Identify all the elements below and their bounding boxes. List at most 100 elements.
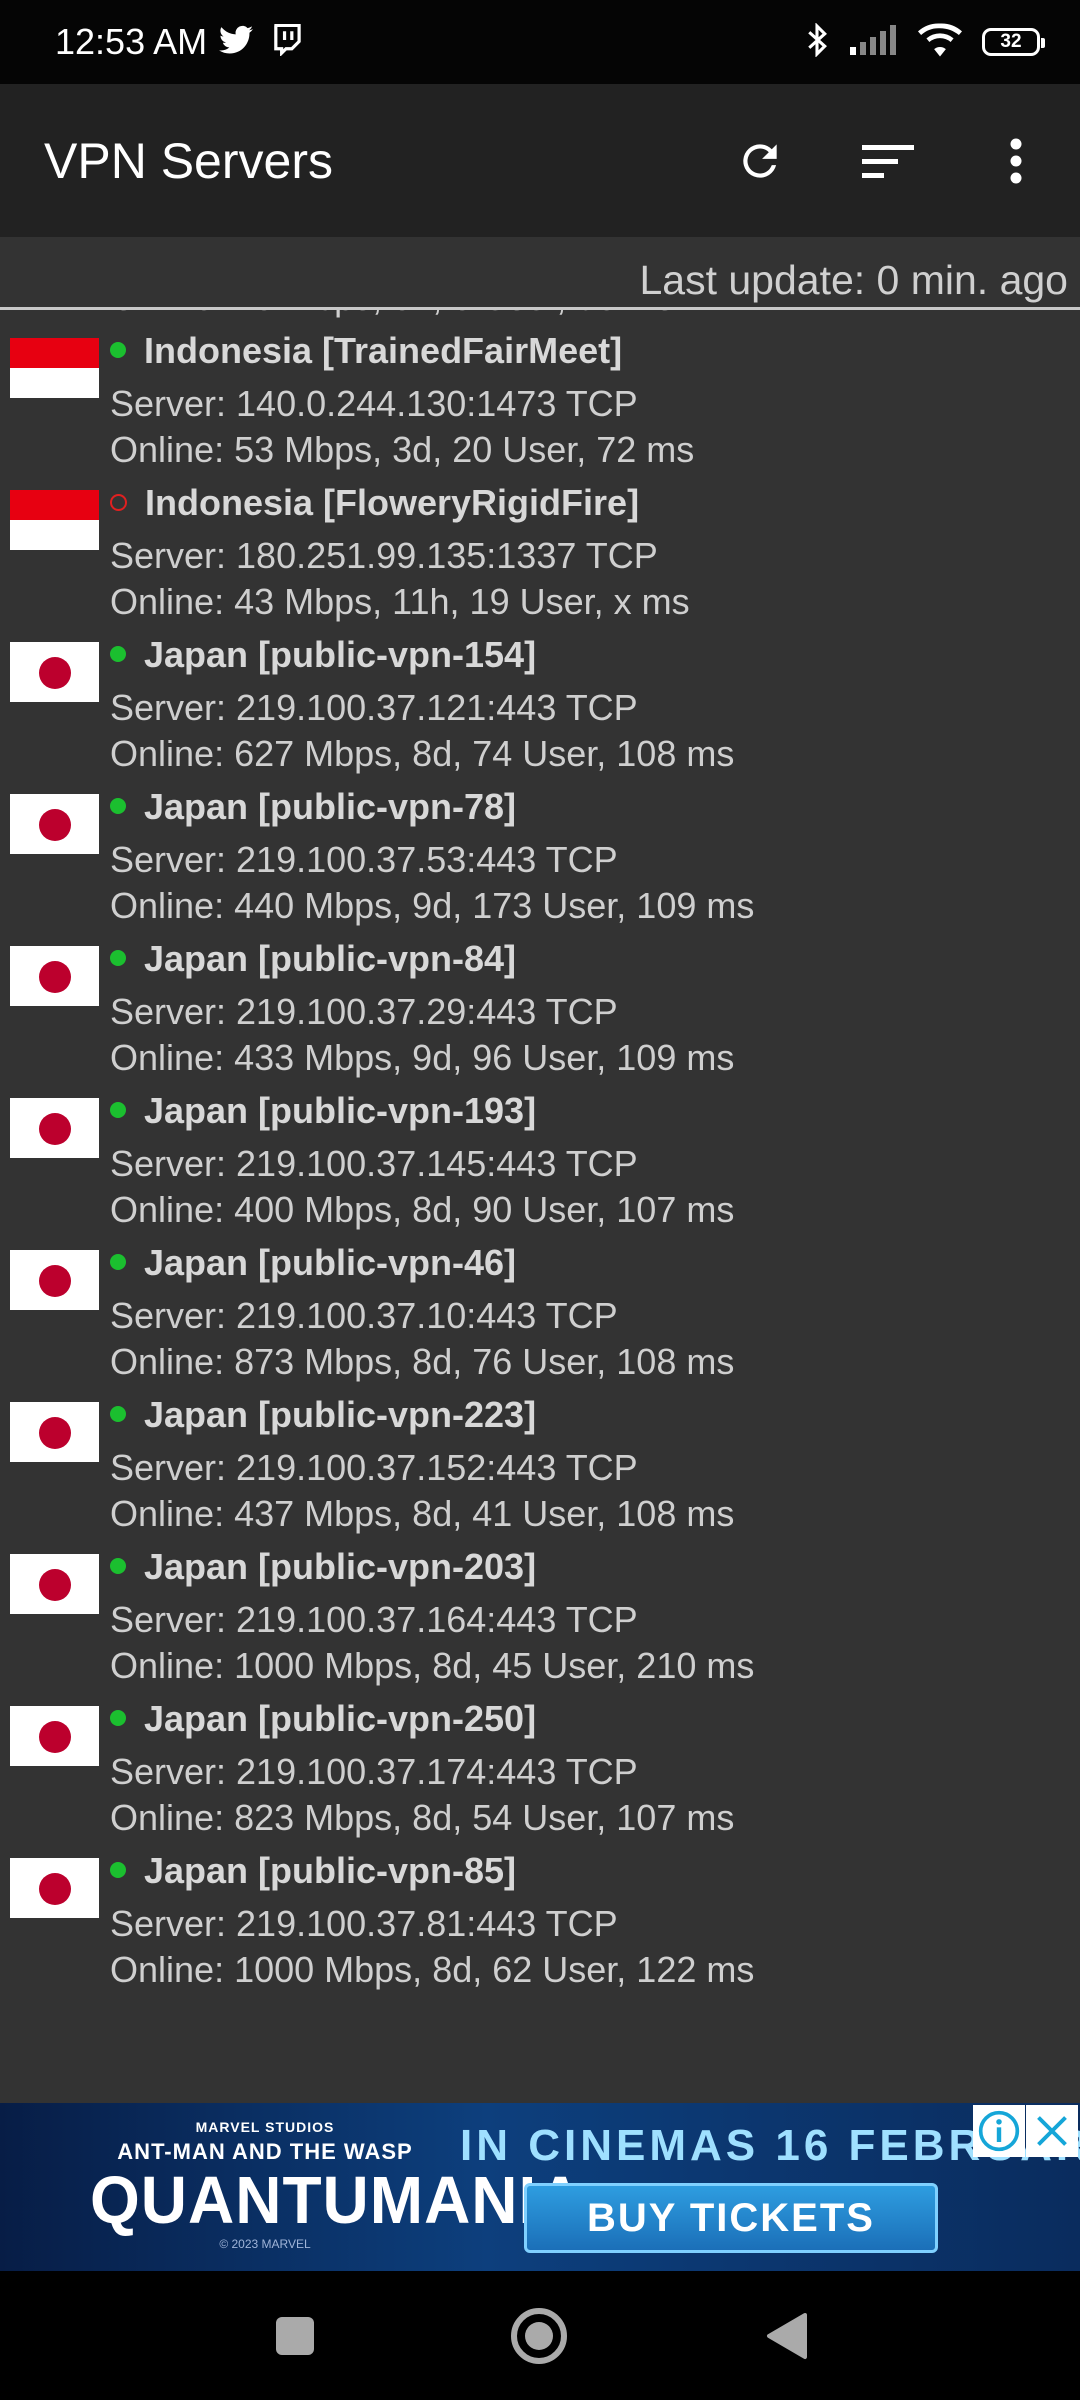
server-row[interactable]: Japan [public-vpn-85] Server: 219.100.37.… bbox=[0, 1844, 1080, 1996]
server-title-text: Japan [public-vpn-250] bbox=[144, 1698, 537, 1739]
server-title: Japan [public-vpn-250] bbox=[110, 1698, 536, 1740]
ad-copyright: © 2023 MARVEL bbox=[219, 2237, 311, 2251]
flag-jp-icon bbox=[10, 1858, 99, 1918]
server-address: Server: 180.251.99.135:1337 TCP bbox=[110, 535, 658, 576]
server-stats: Online: 873 Mbps, 8d, 76 User, 108 ms bbox=[110, 1341, 735, 1382]
page-title: VPN Servers bbox=[44, 132, 333, 189]
server-row[interactable]: Japan [public-vpn-154] Server: 219.100.37… bbox=[0, 628, 1080, 780]
server-address: Server: 219.100.37.10:443 TCP bbox=[110, 1295, 618, 1336]
server-title: Japan [public-vpn-223] bbox=[110, 1394, 536, 1436]
more-vert-icon bbox=[1010, 138, 1022, 183]
server-row[interactable]: Japan [public-vpn-250] Server: 219.100.37… bbox=[0, 1692, 1080, 1844]
refresh-button[interactable] bbox=[696, 84, 824, 237]
ad-title: QUANTUMANIA bbox=[90, 2162, 585, 2238]
server-stats: Online: 440 Mbps, 9d, 173 User, 109 ms bbox=[110, 885, 755, 926]
server-title-text: Indonesia [TrainedFairMeet] bbox=[144, 330, 623, 371]
server-title-text: Japan [public-vpn-203] bbox=[144, 1546, 537, 1587]
server-address: Server: 219.100.37.145:443 TCP bbox=[110, 1143, 638, 1184]
server-address: Server: 219.100.37.174:443 TCP bbox=[110, 1751, 638, 1792]
server-row[interactable]: Indonesia [TrainedFairMeet] Server: 140.0… bbox=[0, 324, 1080, 476]
server-title: Indonesia [TrainedFairMeet] bbox=[110, 330, 622, 372]
server-row[interactable]: Japan [public-vpn-84] Server: 219.100.37.… bbox=[0, 932, 1080, 1084]
recents-button[interactable] bbox=[262, 2303, 328, 2369]
twitch-icon bbox=[271, 23, 301, 61]
server-address: Server: 219.100.37.152:443 TCP bbox=[110, 1447, 638, 1488]
back-icon bbox=[767, 2313, 807, 2359]
server-title-text: Japan [public-vpn-85] bbox=[144, 1850, 517, 1891]
ad-banner[interactable]: MARVEL STUDIOS ANT-MAN AND THE WASP QUAN… bbox=[0, 2103, 1080, 2271]
status-online-icon bbox=[110, 646, 126, 663]
app-bar: VPN Servers bbox=[0, 84, 1080, 237]
server-row[interactable]: Indonesia [FloweryRigidFire] Server: 180.… bbox=[0, 476, 1080, 628]
flag-jp-icon bbox=[10, 642, 99, 702]
server-row[interactable]: India [ScentedVitalExpert]Server: 103.14… bbox=[0, 310, 1080, 324]
server-address: Server: 219.100.37.53:443 TCP bbox=[110, 839, 618, 880]
server-stats: Online: 433 Mbps, 9d, 96 User, 109 ms bbox=[110, 1037, 735, 1078]
server-row[interactable]: Japan [public-vpn-46] Server: 219.100.37.… bbox=[0, 1236, 1080, 1388]
status-online-icon bbox=[110, 1862, 126, 1879]
server-title: Japan [public-vpn-85] bbox=[110, 1850, 516, 1892]
server-address: Server: 219.100.37.164:443 TCP bbox=[110, 1599, 638, 1640]
flag-id-icon bbox=[10, 338, 99, 398]
server-stats: Online: 1000 Mbps, 8d, 45 User, 210 ms bbox=[110, 1645, 755, 1686]
flag-jp-icon bbox=[10, 1554, 99, 1614]
server-title-text: Indonesia [FloweryRigidFire] bbox=[145, 482, 640, 523]
server-title: Indonesia [FloweryRigidFire] bbox=[110, 482, 639, 524]
home-button[interactable] bbox=[506, 2303, 572, 2369]
sort-button[interactable] bbox=[824, 84, 952, 237]
server-stats: Online: 1000 Mbps, 8d, 62 User, 122 ms bbox=[110, 1949, 755, 1990]
status-online-icon bbox=[110, 1710, 126, 1727]
server-title-text: Japan [public-vpn-78] bbox=[144, 786, 517, 827]
back-button[interactable] bbox=[753, 2303, 819, 2369]
signal-icon bbox=[848, 24, 898, 60]
server-list-viewport[interactable]: India [ScentedVitalExpert]Server: 103.14… bbox=[0, 310, 1080, 2098]
status-online-icon bbox=[110, 1254, 126, 1271]
ad-close-button[interactable] bbox=[1026, 2105, 1078, 2157]
ad-studio: MARVEL STUDIOS bbox=[195, 2119, 335, 2135]
server-row[interactable]: Japan [public-vpn-78] Server: 219.100.37.… bbox=[0, 780, 1080, 932]
server-title: Japan [public-vpn-193] bbox=[110, 1090, 536, 1132]
flag-jp-icon bbox=[10, 1098, 99, 1158]
status-online-icon bbox=[110, 950, 126, 967]
server-title-text: Japan [public-vpn-193] bbox=[144, 1090, 537, 1131]
flag-jp-icon bbox=[10, 946, 99, 1006]
server-title-text: Japan [public-vpn-84] bbox=[144, 938, 517, 979]
refresh-icon bbox=[743, 143, 777, 178]
server-title-text: Japan [public-vpn-223] bbox=[144, 1394, 537, 1435]
server-stats: Online: 627 Mbps, 8d, 74 User, 108 ms bbox=[110, 733, 735, 774]
server-stats: Online: 823 Mbps, 8d, 54 User, 107 ms bbox=[110, 1797, 735, 1838]
server-row[interactable]: Japan [public-vpn-193] Server: 219.100.37… bbox=[0, 1084, 1080, 1236]
flag-jp-icon bbox=[10, 794, 99, 854]
status-online-icon bbox=[110, 798, 126, 815]
server-title: Japan [public-vpn-154] bbox=[110, 634, 536, 676]
server-title-text: Japan [public-vpn-46] bbox=[144, 1242, 517, 1283]
recents-icon bbox=[276, 2317, 314, 2355]
server-title: Japan [public-vpn-203] bbox=[110, 1546, 536, 1588]
ad-subtitle: ANT-MAN AND THE WASP bbox=[117, 2139, 413, 2164]
status-offline-icon bbox=[110, 493, 127, 511]
server-address: Server: 219.100.37.121:443 TCP bbox=[110, 687, 638, 728]
server-address: Server: 140.0.244.130:1473 TCP bbox=[110, 383, 638, 424]
status-online-icon bbox=[110, 1558, 126, 1575]
buy-tickets-button[interactable]: BUY TICKETS bbox=[524, 2183, 938, 2253]
flag-jp-icon bbox=[10, 1706, 99, 1766]
home-icon bbox=[511, 2308, 567, 2364]
more-options-button[interactable] bbox=[952, 84, 1080, 237]
sort-icon bbox=[862, 144, 914, 178]
server-title: Japan [public-vpn-84] bbox=[110, 938, 516, 980]
status-online-icon bbox=[110, 1406, 126, 1423]
flag-id-icon bbox=[10, 490, 99, 550]
server-address: Server: 219.100.37.81:443 TCP bbox=[110, 1903, 618, 1944]
info-icon bbox=[978, 2110, 1020, 2152]
server-address: Server: 219.100.37.29:443 TCP bbox=[110, 991, 618, 1032]
status-online-icon bbox=[110, 1102, 126, 1119]
bluetooth-icon bbox=[806, 21, 828, 62]
close-icon bbox=[1037, 2116, 1067, 2146]
ad-choices-button[interactable] bbox=[973, 2105, 1025, 2157]
server-row[interactable]: Japan [public-vpn-223] Server: 219.100.37… bbox=[0, 1388, 1080, 1540]
server-row[interactable]: Japan [public-vpn-203] Server: 219.100.37… bbox=[0, 1540, 1080, 1692]
server-title: Japan [public-vpn-78] bbox=[110, 786, 516, 828]
server-stats: Online: 437 Mbps, 8d, 41 User, 108 ms bbox=[110, 1493, 735, 1534]
battery-icon: 32 bbox=[982, 28, 1045, 56]
status-time: 12:53 AM bbox=[55, 21, 208, 62]
